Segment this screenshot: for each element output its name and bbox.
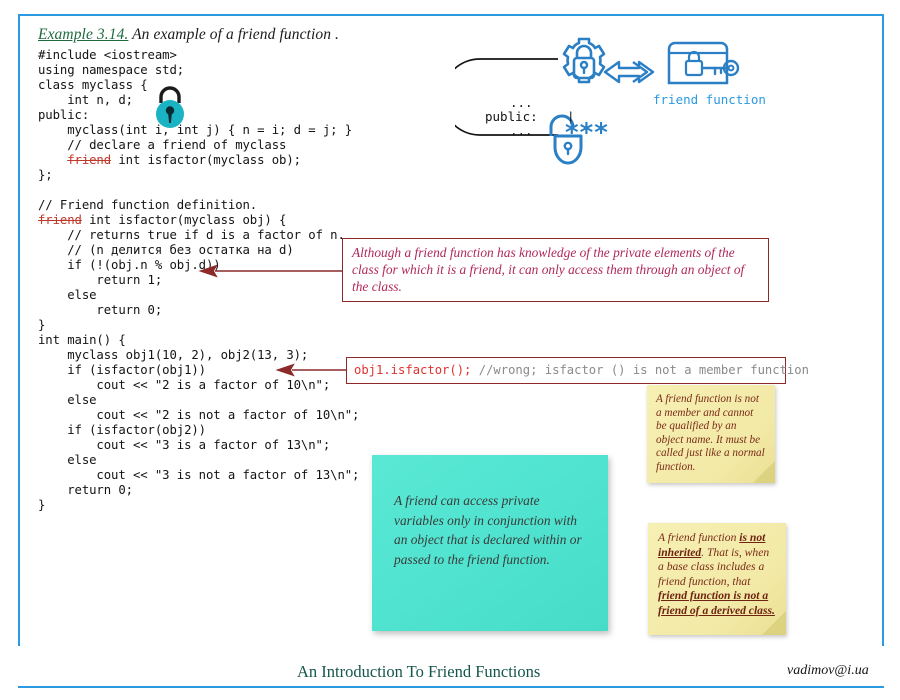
code-listing: #include <iostream> using namespace std;…	[38, 48, 360, 512]
callout-wrong-call: obj1.isfactor(); //wrong; isfactor () is…	[346, 357, 809, 384]
footer-title: An Introduction To Friend Functions	[297, 662, 541, 681]
sticky-note-yellow-bottom: A friend function is not inherited. That…	[648, 523, 786, 635]
footer-email: vadimov@i.ua	[787, 663, 869, 678]
padlock-icon	[156, 86, 184, 128]
diagram-stars: ***	[565, 118, 609, 148]
page-title: Example 3.14. An example of a friend fun…	[38, 26, 339, 44]
sticky-note-yellow-top: A friend function is not a member and ca…	[647, 385, 775, 483]
frame-border-left	[18, 14, 20, 646]
sticky-note-yellow-bottom-text: A friend function is not inherited. That…	[658, 531, 777, 619]
callout-code-snippet: obj1.isfactor();	[354, 363, 472, 377]
friend-function-label: friend function	[653, 92, 766, 107]
example-label: Example 3.14.	[38, 26, 129, 43]
diagram-dots-bottom: ...	[510, 123, 533, 138]
code-strikethrough-keyword: friend	[38, 213, 82, 227]
friend-function-diagram: ... public: ... | *** friend function	[455, 22, 785, 165]
double-arrow-left-icon	[603, 60, 655, 84]
frame-border-bottom	[18, 686, 884, 688]
note-fold-corner	[762, 611, 786, 635]
callout-private-elements: Although a friend function has knowledge…	[342, 238, 769, 302]
note-fold-corner	[753, 461, 775, 483]
sticky-note-yellow-top-text: A friend function is not a member and ca…	[656, 393, 765, 473]
note-emph-2: friend function is not a friend of a der…	[658, 589, 775, 617]
frame-border-top	[18, 14, 884, 16]
title-rest: An example of a friend function .	[128, 26, 340, 43]
slide-canvas: Example 3.14. An example of a friend fun…	[0, 0, 900, 700]
sticky-note-teal-text: A friend can access private variables on…	[394, 493, 582, 567]
frame-border-right	[882, 14, 884, 646]
sticky-note-teal: A friend can access private variables on…	[372, 455, 608, 631]
diagram-dots-top: ...	[510, 95, 533, 110]
callout-code-comment: //wrong; isfactor () is not a member fun…	[471, 363, 809, 377]
note-part-1: A friend function	[658, 531, 740, 544]
key-card-icon	[667, 41, 740, 85]
code-strikethrough-keyword: friend	[67, 153, 112, 167]
diagram-public-label: public:	[485, 109, 538, 124]
